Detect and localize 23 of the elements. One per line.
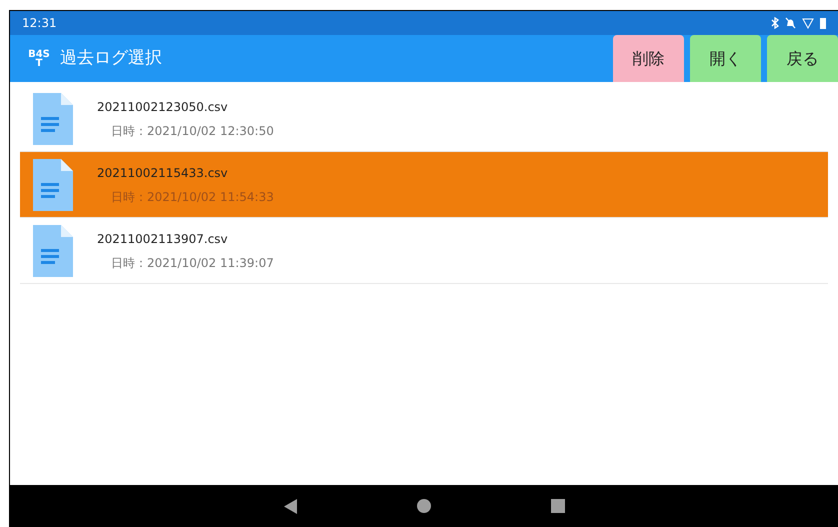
recents-icon[interactable] [550,499,564,513]
back-icon[interactable] [284,498,296,514]
document-icon [33,224,73,276]
action-button[interactable]: 削除 [613,35,684,82]
app-logo: B4S T [27,50,51,68]
file-name: 20211002115433.csv [97,164,229,182]
action-button[interactable]: 開く [690,35,761,82]
battery-icon [820,17,826,29]
bluetooth-icon [771,17,779,29]
status-time: 12:31 [22,15,57,32]
home-icon[interactable] [416,499,430,513]
muted-bell-icon [785,17,796,29]
file-name: 20211002113907.csv [97,230,229,248]
file-date: 日時：2021/10/02 12:30:50 [111,122,274,140]
wifi-icon [802,18,814,28]
file-date: 日時：2021/10/02 11:39:07 [111,254,274,272]
document-icon [33,158,73,210]
file-name: 20211002123050.csv [97,98,229,116]
document-icon [33,92,73,144]
action-button[interactable]: 戻る [767,35,838,82]
screen-title: 過去ログ選択 [60,46,162,70]
file-date: 日時：2021/10/02 11:54:33 [111,188,274,206]
file-row[interactable]: 20211002115433.csv 日時：2021/10/02 11:54:33 [20,152,828,218]
